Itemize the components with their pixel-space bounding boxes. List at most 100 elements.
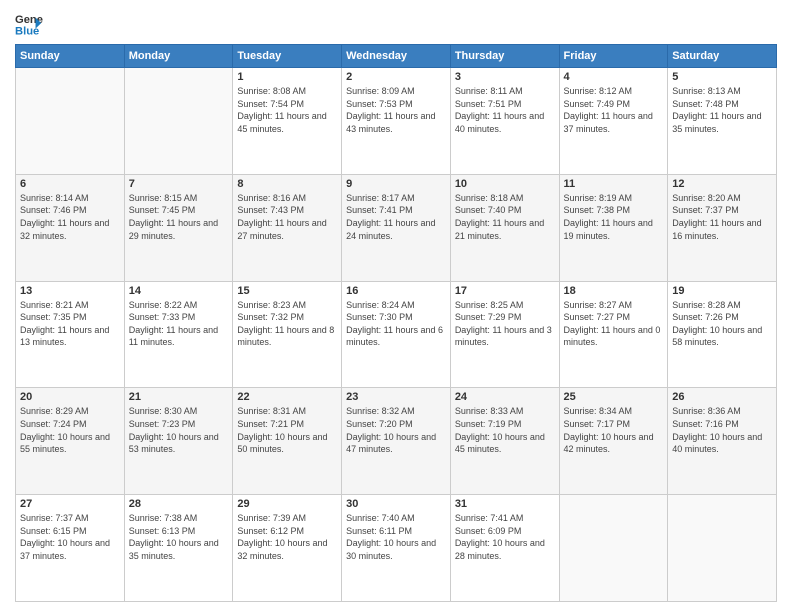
day-number: 31 xyxy=(455,498,555,510)
day-number: 25 xyxy=(564,391,664,403)
day-info: Sunrise: 8:24 AMSunset: 7:30 PMDaylight:… xyxy=(346,299,446,349)
calendar-cell xyxy=(668,495,777,602)
day-number: 22 xyxy=(237,391,337,403)
calendar-cell: 18 Sunrise: 8:27 AMSunset: 7:27 PMDayligh… xyxy=(559,281,668,388)
day-number: 24 xyxy=(455,391,555,403)
weekday-header-friday: Friday xyxy=(559,45,668,68)
weekday-header-saturday: Saturday xyxy=(668,45,777,68)
calendar-cell: 13 Sunrise: 8:21 AMSunset: 7:35 PMDayligh… xyxy=(16,281,125,388)
calendar-cell: 11Sunrise: 8:19 AMSunset: 7:38 PMDayligh… xyxy=(559,174,668,281)
logo-icon: General Blue xyxy=(15,10,43,38)
day-number: 4 xyxy=(564,71,664,83)
day-number: 23 xyxy=(346,391,446,403)
day-info: Sunrise: 8:29 AMSunset: 7:24 PMDaylight:… xyxy=(20,405,120,455)
day-number: 14 xyxy=(129,285,229,297)
day-info: Sunrise: 8:25 AMSunset: 7:29 PMDaylight:… xyxy=(455,299,555,349)
day-info: Sunrise: 8:17 AMSunset: 7:41 PMDaylight:… xyxy=(346,192,446,242)
calendar-cell: 12 Sunrise: 8:20 AMSunset: 7:37 PMDayligh… xyxy=(668,174,777,281)
day-info: Sunrise: 7:37 AMSunset: 6:15 PMDaylight:… xyxy=(20,512,120,562)
day-info: Sunrise: 8:18 AMSunset: 7:40 PMDaylight:… xyxy=(455,192,555,242)
calendar-cell: 24Sunrise: 8:33 AMSunset: 7:19 PMDayligh… xyxy=(450,388,559,495)
day-number: 28 xyxy=(129,498,229,510)
calendar-cell: 19 Sunrise: 8:28 AMSunset: 7:26 PMDayligh… xyxy=(668,281,777,388)
day-number: 19 xyxy=(672,285,772,297)
calendar-cell: 4 Sunrise: 8:12 AMSunset: 7:49 PMDaylight… xyxy=(559,68,668,175)
day-info: Sunrise: 7:38 AMSunset: 6:13 PMDaylight:… xyxy=(129,512,229,562)
calendar-cell: 8 Sunrise: 8:16 AMSunset: 7:43 PMDaylight… xyxy=(233,174,342,281)
day-info: Sunrise: 8:09 AMSunset: 7:53 PMDaylight:… xyxy=(346,85,446,135)
calendar-cell: 27Sunrise: 7:37 AMSunset: 6:15 PMDayligh… xyxy=(16,495,125,602)
calendar-cell: 26 Sunrise: 8:36 AMSunset: 7:16 PMDayligh… xyxy=(668,388,777,495)
calendar-week-2: 6 Sunrise: 8:14 AMSunset: 7:46 PMDaylight… xyxy=(16,174,777,281)
calendar-cell xyxy=(559,495,668,602)
day-number: 6 xyxy=(20,178,120,190)
weekday-header-wednesday: Wednesday xyxy=(342,45,451,68)
calendar-cell: 15Sunrise: 8:23 AMSunset: 7:32 PMDayligh… xyxy=(233,281,342,388)
day-number: 11 xyxy=(564,178,664,190)
calendar-cell: 6 Sunrise: 8:14 AMSunset: 7:46 PMDaylight… xyxy=(16,174,125,281)
day-number: 18 xyxy=(564,285,664,297)
calendar-cell: 1Sunrise: 8:08 AMSunset: 7:54 PMDaylight… xyxy=(233,68,342,175)
calendar-cell: 5 Sunrise: 8:13 AMSunset: 7:48 PMDaylight… xyxy=(668,68,777,175)
weekday-header-thursday: Thursday xyxy=(450,45,559,68)
day-info: Sunrise: 8:14 AMSunset: 7:46 PMDaylight:… xyxy=(20,192,120,242)
day-number: 29 xyxy=(237,498,337,510)
day-info: Sunrise: 8:20 AMSunset: 7:37 PMDaylight:… xyxy=(672,192,772,242)
calendar-cell: 29 Sunrise: 7:39 AMSunset: 6:12 PMDayligh… xyxy=(233,495,342,602)
day-info: Sunrise: 7:39 AMSunset: 6:12 PMDaylight:… xyxy=(237,512,337,562)
day-info: Sunrise: 7:40 AMSunset: 6:11 PMDaylight:… xyxy=(346,512,446,562)
day-info: Sunrise: 8:12 AMSunset: 7:49 PMDaylight:… xyxy=(564,85,664,135)
day-number: 13 xyxy=(20,285,120,297)
calendar-week-1: 1Sunrise: 8:08 AMSunset: 7:54 PMDaylight… xyxy=(16,68,777,175)
calendar-cell: 25 Sunrise: 8:34 AMSunset: 7:17 PMDayligh… xyxy=(559,388,668,495)
calendar-cell: 30 Sunrise: 7:40 AMSunset: 6:11 PMDayligh… xyxy=(342,495,451,602)
header: General Blue xyxy=(15,10,777,38)
calendar-cell: 16 Sunrise: 8:24 AMSunset: 7:30 PMDayligh… xyxy=(342,281,451,388)
day-info: Sunrise: 8:21 AMSunset: 7:35 PMDaylight:… xyxy=(20,299,120,349)
calendar-cell xyxy=(16,68,125,175)
day-info: Sunrise: 8:31 AMSunset: 7:21 PMDaylight:… xyxy=(237,405,337,455)
day-info: Sunrise: 8:08 AMSunset: 7:54 PMDaylight:… xyxy=(237,85,337,135)
weekday-header-tuesday: Tuesday xyxy=(233,45,342,68)
calendar-cell: 3Sunrise: 8:11 AMSunset: 7:51 PMDaylight… xyxy=(450,68,559,175)
calendar-cell: 28 Sunrise: 7:38 AMSunset: 6:13 PMDayligh… xyxy=(124,495,233,602)
calendar-cell: 2 Sunrise: 8:09 AMSunset: 7:53 PMDaylight… xyxy=(342,68,451,175)
calendar-cell xyxy=(124,68,233,175)
day-number: 7 xyxy=(129,178,229,190)
day-info: Sunrise: 8:27 AMSunset: 7:27 PMDaylight:… xyxy=(564,299,664,349)
day-number: 26 xyxy=(672,391,772,403)
weekday-header-monday: Monday xyxy=(124,45,233,68)
day-number: 12 xyxy=(672,178,772,190)
calendar-cell: 7 Sunrise: 8:15 AMSunset: 7:45 PMDaylight… xyxy=(124,174,233,281)
day-info: Sunrise: 8:34 AMSunset: 7:17 PMDaylight:… xyxy=(564,405,664,455)
day-number: 20 xyxy=(20,391,120,403)
day-number: 16 xyxy=(346,285,446,297)
day-info: Sunrise: 8:15 AMSunset: 7:45 PMDaylight:… xyxy=(129,192,229,242)
calendar-cell: 23 Sunrise: 8:32 AMSunset: 7:20 PMDayligh… xyxy=(342,388,451,495)
calendar-week-5: 27Sunrise: 7:37 AMSunset: 6:15 PMDayligh… xyxy=(16,495,777,602)
calendar-cell: 17Sunrise: 8:25 AMSunset: 7:29 PMDayligh… xyxy=(450,281,559,388)
day-info: Sunrise: 8:16 AMSunset: 7:43 PMDaylight:… xyxy=(237,192,337,242)
calendar-cell: 21Sunrise: 8:30 AMSunset: 7:23 PMDayligh… xyxy=(124,388,233,495)
day-info: Sunrise: 8:23 AMSunset: 7:32 PMDaylight:… xyxy=(237,299,337,349)
day-number: 10 xyxy=(455,178,555,190)
calendar-cell: 22 Sunrise: 8:31 AMSunset: 7:21 PMDayligh… xyxy=(233,388,342,495)
calendar-table: SundayMondayTuesdayWednesdayThursdayFrid… xyxy=(15,44,777,602)
day-info: Sunrise: 8:13 AMSunset: 7:48 PMDaylight:… xyxy=(672,85,772,135)
day-info: Sunrise: 8:32 AMSunset: 7:20 PMDaylight:… xyxy=(346,405,446,455)
calendar-cell: 10 Sunrise: 8:18 AMSunset: 7:40 PMDayligh… xyxy=(450,174,559,281)
day-info: Sunrise: 8:30 AMSunset: 7:23 PMDaylight:… xyxy=(129,405,229,455)
day-info: Sunrise: 8:28 AMSunset: 7:26 PMDaylight:… xyxy=(672,299,772,349)
day-info: Sunrise: 8:36 AMSunset: 7:16 PMDaylight:… xyxy=(672,405,772,455)
calendar-cell: 20 Sunrise: 8:29 AMSunset: 7:24 PMDayligh… xyxy=(16,388,125,495)
day-number: 9 xyxy=(346,178,446,190)
day-number: 8 xyxy=(237,178,337,190)
day-number: 30 xyxy=(346,498,446,510)
calendar-week-3: 13 Sunrise: 8:21 AMSunset: 7:35 PMDayligh… xyxy=(16,281,777,388)
day-number: 5 xyxy=(672,71,772,83)
day-info: Sunrise: 8:22 AMSunset: 7:33 PMDaylight:… xyxy=(129,299,229,349)
weekday-header-row: SundayMondayTuesdayWednesdayThursdayFrid… xyxy=(16,45,777,68)
day-number: 3 xyxy=(455,71,555,83)
calendar-cell: 9 Sunrise: 8:17 AMSunset: 7:41 PMDaylight… xyxy=(342,174,451,281)
day-number: 2 xyxy=(346,71,446,83)
